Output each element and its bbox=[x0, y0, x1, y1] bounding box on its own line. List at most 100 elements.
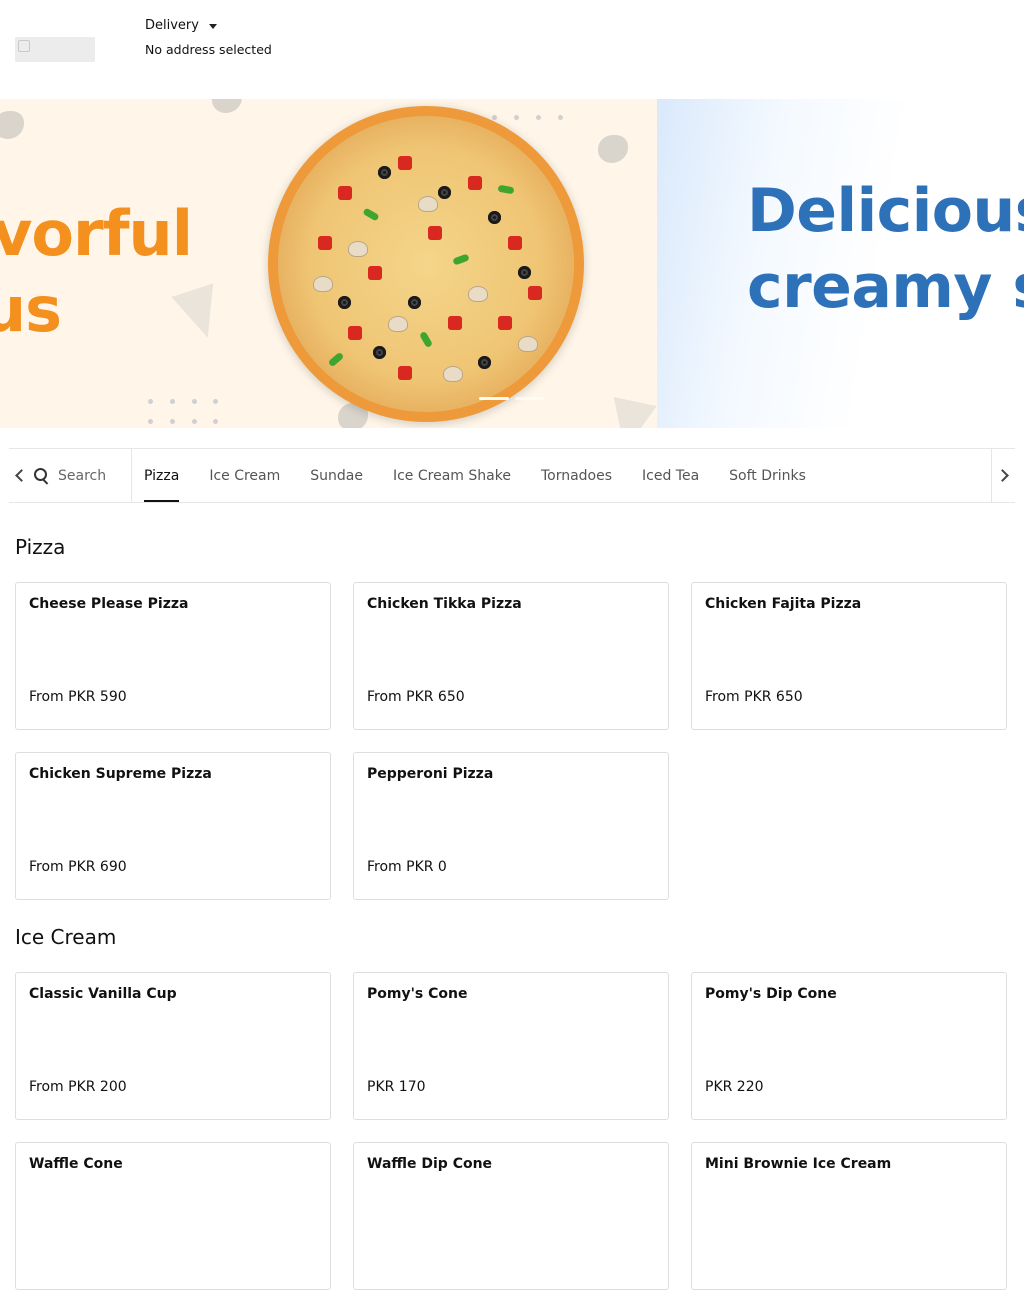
carousel-slide-pizza[interactable]: vorful us bbox=[0, 99, 657, 428]
item-name: Cheese Please Pizza bbox=[29, 596, 189, 612]
dot-decoration bbox=[213, 419, 218, 424]
item-name: Pomy's Dip Cone bbox=[705, 986, 837, 1002]
dot-decoration bbox=[492, 115, 497, 120]
promo-carousel[interactable]: vorful us Deliciou creamy bbox=[0, 99, 1024, 428]
olive-topping bbox=[408, 296, 421, 309]
tomato-topping bbox=[498, 316, 512, 330]
carousel-pagination bbox=[479, 397, 545, 400]
item-price: From PKR 650 bbox=[367, 689, 465, 705]
dot-decoration bbox=[514, 115, 519, 120]
menu-item-card[interactable]: Pepperoni Pizza From PKR 0 bbox=[353, 752, 669, 900]
logo-image[interactable] bbox=[15, 37, 95, 62]
tab-soft-drinks[interactable]: Soft Drinks bbox=[729, 449, 806, 502]
dot-decoration bbox=[148, 399, 153, 404]
pepper-topping bbox=[327, 351, 345, 368]
olive-topping bbox=[438, 186, 451, 199]
carousel-dot-active[interactable] bbox=[479, 397, 509, 400]
menu-item-card[interactable]: Chicken Fajita Pizza From PKR 650 bbox=[691, 582, 1007, 730]
dot-decoration bbox=[148, 419, 153, 424]
menu-item-card[interactable]: Pomy's Dip Cone PKR 220 bbox=[691, 972, 1007, 1120]
tomato-topping bbox=[338, 186, 352, 200]
dot-decoration bbox=[170, 419, 175, 424]
olive-topping bbox=[378, 166, 391, 179]
pizza-image bbox=[268, 106, 584, 422]
scroll-left-button[interactable] bbox=[9, 449, 31, 502]
pepper-topping bbox=[452, 253, 470, 266]
item-name: Mini Brownie Ice Cream bbox=[705, 1156, 892, 1172]
item-name: Classic Vanilla Cup bbox=[29, 986, 177, 1002]
category-nav: Search Pizza Ice Cream Sundae Ice Cream … bbox=[9, 448, 1015, 503]
item-name: Pepperoni Pizza bbox=[367, 766, 494, 782]
caret-down-icon bbox=[208, 23, 217, 29]
tomato-topping bbox=[398, 156, 412, 170]
dot-decoration bbox=[170, 399, 175, 404]
basil-leaf-decoration bbox=[598, 135, 628, 163]
tab-ice-cream-shake[interactable]: Ice Cream Shake bbox=[393, 449, 511, 502]
item-price: PKR 170 bbox=[367, 1079, 426, 1095]
scroll-right-button[interactable] bbox=[991, 449, 1015, 502]
item-price: From PKR 0 bbox=[367, 859, 447, 875]
site-header: Delivery No address selected bbox=[0, 0, 1024, 99]
basil-leaf-decoration bbox=[0, 111, 24, 139]
tab-tornadoes[interactable]: Tornadoes bbox=[541, 449, 612, 502]
dot-decoration bbox=[192, 399, 197, 404]
mushroom-topping bbox=[443, 366, 463, 382]
dot-decoration bbox=[536, 115, 541, 120]
mushroom-topping bbox=[348, 241, 368, 257]
tomato-topping bbox=[528, 286, 542, 300]
mushroom-topping bbox=[313, 276, 333, 292]
menu-item-card[interactable]: Cheese Please Pizza From PKR 590 bbox=[15, 582, 331, 730]
section-title-pizza: Pizza bbox=[15, 535, 66, 559]
carousel-slide-icecream[interactable]: Deliciousl creamy sw bbox=[657, 99, 1024, 428]
item-name: Chicken Tikka Pizza bbox=[367, 596, 522, 612]
section-title-ice-cream: Ice Cream bbox=[15, 925, 117, 949]
search-icon-handle bbox=[42, 478, 49, 485]
item-name: Waffle Dip Cone bbox=[367, 1156, 493, 1172]
pizza-slice-decoration bbox=[603, 396, 657, 428]
tab-ice-cream[interactable]: Ice Cream bbox=[209, 449, 280, 502]
menu-item-card[interactable]: Pomy's Cone PKR 170 bbox=[353, 972, 669, 1120]
item-name: Waffle Cone bbox=[29, 1156, 123, 1172]
tomato-topping bbox=[508, 236, 522, 250]
item-name: Chicken Supreme Pizza bbox=[29, 766, 212, 782]
mushroom-topping bbox=[518, 336, 538, 352]
menu-item-card[interactable]: Waffle Dip Cone bbox=[353, 1142, 669, 1290]
pepper-topping bbox=[362, 207, 380, 222]
slide-headline-line2: us bbox=[0, 273, 62, 346]
chevron-left-icon bbox=[15, 469, 28, 482]
menu-item-card[interactable]: Chicken Supreme Pizza From PKR 690 bbox=[15, 752, 331, 900]
tomato-topping bbox=[448, 316, 462, 330]
broken-image-icon bbox=[18, 40, 30, 52]
menu-item-card[interactable]: Classic Vanilla Cup From PKR 200 bbox=[15, 972, 331, 1120]
item-price: PKR 220 bbox=[705, 1079, 764, 1095]
tab-pizza[interactable]: Pizza bbox=[144, 449, 180, 502]
order-type-dropdown[interactable]: Delivery bbox=[145, 18, 217, 33]
olive-topping bbox=[488, 211, 501, 224]
tomato-topping bbox=[348, 326, 362, 340]
pepper-topping bbox=[497, 184, 515, 195]
tab-iced-tea[interactable]: Iced Tea bbox=[642, 449, 699, 502]
olive-topping bbox=[478, 356, 491, 369]
slide-headline-line2: creamy sw bbox=[747, 252, 1024, 322]
category-tabs: Pizza Ice Cream Sundae Ice Cream Shake T… bbox=[144, 449, 836, 502]
mushroom-topping bbox=[388, 316, 408, 332]
search-icon bbox=[34, 467, 50, 485]
menu-item-card[interactable]: Waffle Cone bbox=[15, 1142, 331, 1290]
item-name: Pomy's Cone bbox=[367, 986, 468, 1002]
item-price: From PKR 590 bbox=[29, 689, 127, 705]
olive-topping bbox=[338, 296, 351, 309]
tomato-topping bbox=[398, 366, 412, 380]
tab-sundae[interactable]: Sundae bbox=[310, 449, 363, 502]
dot-decoration bbox=[192, 419, 197, 424]
menu-search[interactable]: Search bbox=[33, 449, 132, 502]
dot-decoration bbox=[558, 115, 563, 120]
menu-item-card[interactable]: Chicken Tikka Pizza From PKR 650 bbox=[353, 582, 669, 730]
olive-topping bbox=[518, 266, 531, 279]
menu-item-card[interactable]: Mini Brownie Ice Cream bbox=[691, 1142, 1007, 1290]
tomato-topping bbox=[468, 176, 482, 190]
olive-topping bbox=[373, 346, 386, 359]
basil-leaf-decoration bbox=[212, 99, 242, 113]
carousel-dot[interactable] bbox=[515, 397, 545, 400]
tomato-topping bbox=[368, 266, 382, 280]
delivery-address[interactable]: No address selected bbox=[145, 42, 272, 57]
